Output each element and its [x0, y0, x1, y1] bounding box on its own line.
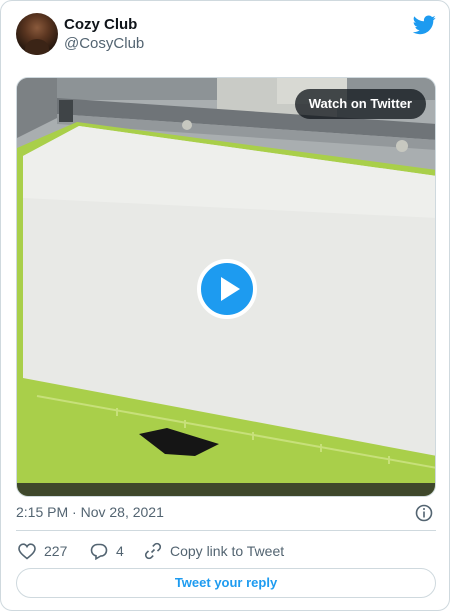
like-count: 227 [44, 543, 68, 559]
like-action[interactable]: 227 [18, 540, 67, 562]
divider [16, 530, 436, 531]
watch-on-twitter-button[interactable]: Watch on Twitter [294, 89, 426, 119]
reply-bubble-icon [90, 543, 108, 560]
reply-action[interactable]: 4 [90, 540, 124, 562]
author-display-name[interactable]: Cozy Club [64, 16, 137, 33]
copy-link-action[interactable]: Copy link to Tweet [144, 540, 284, 562]
tweet-actions: 227 4 Copy link to Tweet [16, 540, 436, 562]
twitter-bird-icon[interactable] [413, 15, 436, 35]
tweet-header: Cozy Club @CosyClub [16, 13, 436, 57]
tweet-timestamp[interactable]: 2:15 PM · Nov 28, 2021 [16, 504, 164, 520]
video-media[interactable]: Watch on Twitter [16, 77, 436, 497]
play-button[interactable] [197, 259, 257, 319]
info-icon[interactable] [415, 504, 433, 522]
author-handle[interactable]: @CosyClub [64, 35, 144, 52]
embedded-tweet: Cozy Club @CosyClub Watch on Twitter 2:1… [0, 0, 450, 611]
tweet-your-reply-button[interactable]: Tweet your reply [16, 568, 436, 598]
avatar[interactable] [16, 13, 58, 55]
reply-count: 4 [116, 543, 124, 559]
heart-icon [18, 542, 36, 560]
copy-link-label: Copy link to Tweet [170, 543, 285, 559]
link-icon [144, 542, 162, 560]
play-icon [221, 277, 240, 301]
